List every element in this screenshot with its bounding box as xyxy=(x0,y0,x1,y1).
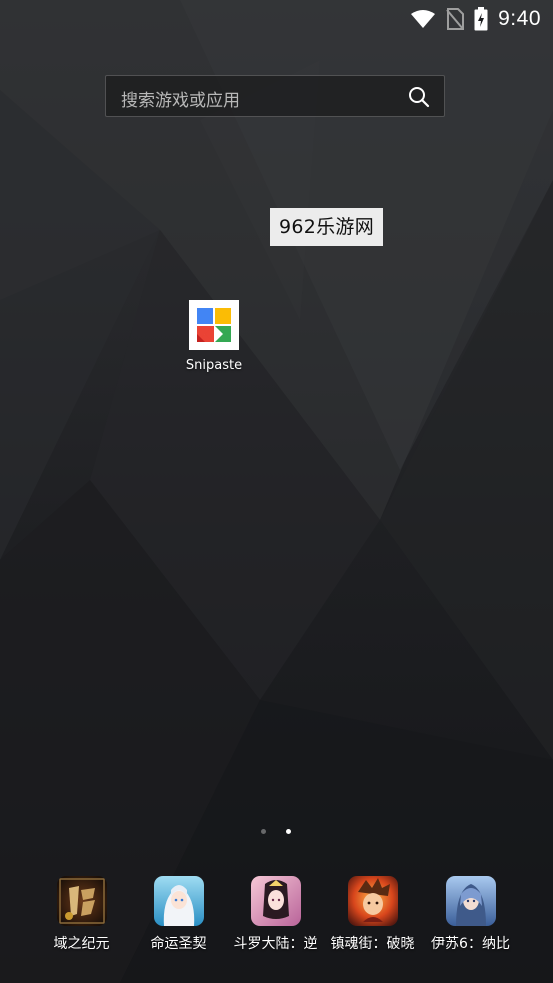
dock-item-douluodalu[interactable]: 斗罗大陆：逆 xyxy=(227,876,324,953)
dock-label[interactable]: 镇魂街：破晓 xyxy=(324,933,421,953)
snipaste-icon[interactable] xyxy=(189,300,239,350)
mingyunshengqi-game-icon[interactable] xyxy=(153,876,204,926)
dock-label[interactable]: 命运圣契 xyxy=(130,933,227,953)
battery-charging-icon xyxy=(474,7,488,31)
zhenhunjie-game-icon[interactable] xyxy=(347,876,398,926)
page-indicator xyxy=(0,829,553,837)
dock-item-yisu6[interactable]: 伊苏6：纳比 xyxy=(422,876,519,953)
watermark: 962乐游网 xyxy=(270,208,383,246)
dock-label[interactable]: 伊苏6：纳比 xyxy=(422,933,519,953)
search-icon[interactable] xyxy=(407,85,431,109)
dock-label[interactable]: 域之纪元 xyxy=(33,933,130,953)
yisu6-game-icon[interactable] xyxy=(445,876,496,926)
app-label[interactable]: Snipaste xyxy=(174,358,254,373)
yuzhijiyuan-game-icon[interactable] xyxy=(56,876,107,926)
dock: 域之纪元 命运圣契 斗罗大陆：逆 镇魂街：破晓 伊苏6：纳比 xyxy=(0,876,553,966)
douluodalu-game-icon[interactable] xyxy=(250,876,301,926)
status-bar: 9:40 xyxy=(0,0,553,38)
dock-item-zhenhunjie[interactable]: 镇魂街：破晓 xyxy=(324,876,421,953)
page-dot-1[interactable] xyxy=(261,829,266,834)
page-dot-2-active[interactable] xyxy=(286,829,291,834)
dock-item-mingyunshengqi[interactable]: 命运圣契 xyxy=(130,876,227,953)
desktop-app-snipaste[interactable]: Snipaste xyxy=(174,300,254,380)
dock-item-yuzhijiyuan[interactable]: 域之纪元 xyxy=(33,876,130,953)
search-placeholder[interactable]: 搜索游戏或应用 xyxy=(121,86,240,111)
search-bar[interactable]: 搜索游戏或应用 xyxy=(105,75,445,117)
no-sim-icon xyxy=(446,8,465,30)
wifi-icon xyxy=(411,10,436,28)
status-icons: 9:40 xyxy=(410,6,541,32)
dock-label[interactable]: 斗罗大陆：逆 xyxy=(227,933,324,953)
status-time: 9:40 xyxy=(498,7,541,30)
